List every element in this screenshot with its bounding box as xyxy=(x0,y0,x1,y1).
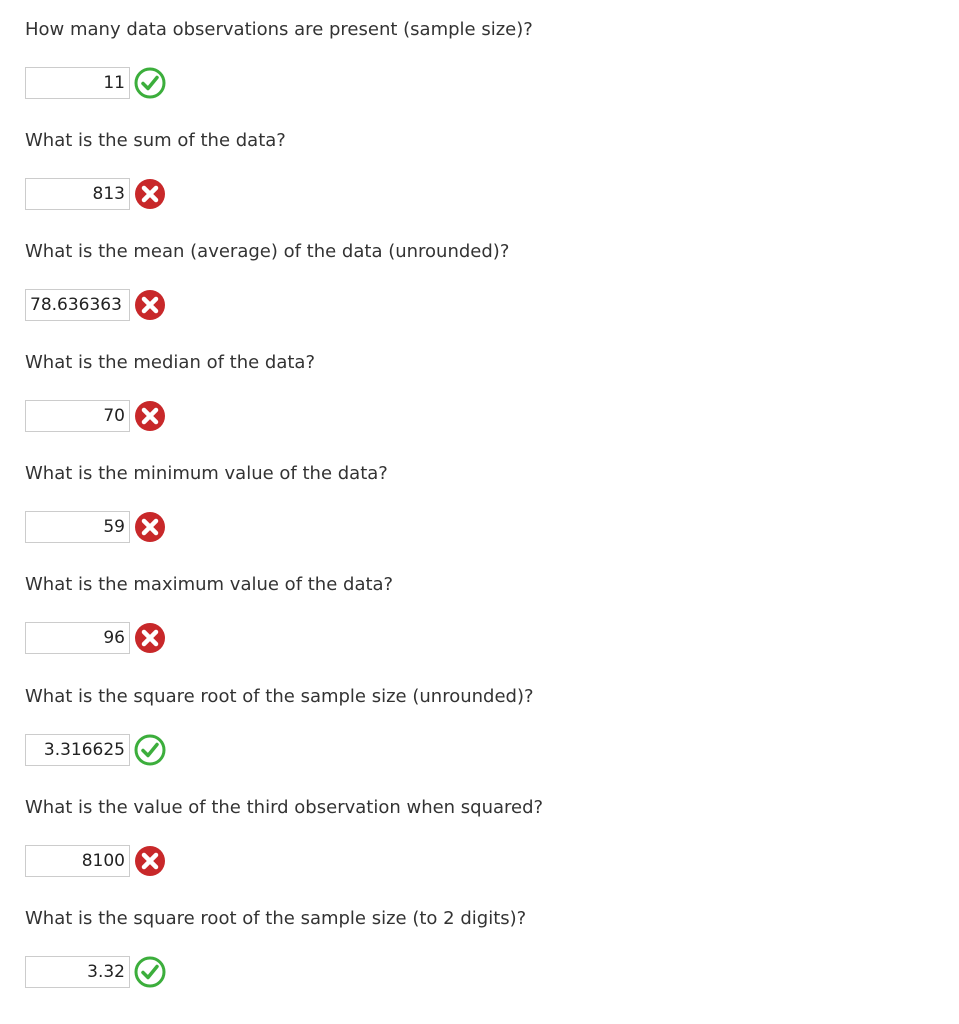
x-icon xyxy=(135,401,165,431)
question-block: What is the mean (average) of the data (… xyxy=(25,241,510,321)
answer-row xyxy=(25,845,166,877)
answer-input[interactable] xyxy=(25,956,130,988)
check-icon xyxy=(134,956,166,988)
x-icon xyxy=(135,179,165,209)
answer-input[interactable] xyxy=(25,178,130,210)
question-block: What is the value of the third observati… xyxy=(25,797,544,877)
answer-row xyxy=(25,400,166,432)
answer-row xyxy=(25,956,166,988)
x-icon xyxy=(135,290,165,320)
check-icon xyxy=(134,67,166,99)
question-block: What is the sum of the data? xyxy=(25,130,286,210)
question-text: What is the square root of the sample si… xyxy=(25,686,534,707)
answer-input[interactable] xyxy=(25,289,130,321)
question-text: What is the sum of the data? xyxy=(25,130,286,151)
x-icon xyxy=(135,623,165,653)
question-block: What is the square root of the sample si… xyxy=(25,686,534,766)
answer-input[interactable] xyxy=(25,845,130,877)
question-text: What is the value of the third observati… xyxy=(25,797,544,818)
answer-input[interactable] xyxy=(25,622,130,654)
question-block: How many data observations are present (… xyxy=(25,19,533,99)
question-text: What is the square root of the sample si… xyxy=(25,908,527,929)
x-icon xyxy=(135,512,165,542)
answer-row xyxy=(25,622,166,654)
question-block: What is the square root of the sample si… xyxy=(25,908,527,988)
answer-row xyxy=(25,67,166,99)
question-block: What is the minimum value of the data? xyxy=(25,463,388,543)
answer-row xyxy=(25,734,166,766)
x-icon xyxy=(135,846,165,876)
question-text: What is the minimum value of the data? xyxy=(25,463,388,484)
answer-row xyxy=(25,178,166,210)
check-icon xyxy=(134,734,166,766)
answer-input[interactable] xyxy=(25,511,130,543)
question-block: What is the median of the data? xyxy=(25,352,316,432)
question-text: What is the maximum value of the data? xyxy=(25,574,394,595)
answer-input[interactable] xyxy=(25,67,130,99)
answer-input[interactable] xyxy=(25,400,130,432)
answer-row xyxy=(25,511,166,543)
question-text: What is the mean (average) of the data (… xyxy=(25,241,510,262)
question-block: What is the maximum value of the data? xyxy=(25,574,394,654)
answer-input[interactable] xyxy=(25,734,130,766)
answer-row xyxy=(25,289,166,321)
question-text: How many data observations are present (… xyxy=(25,19,533,40)
question-text: What is the median of the data? xyxy=(25,352,316,373)
